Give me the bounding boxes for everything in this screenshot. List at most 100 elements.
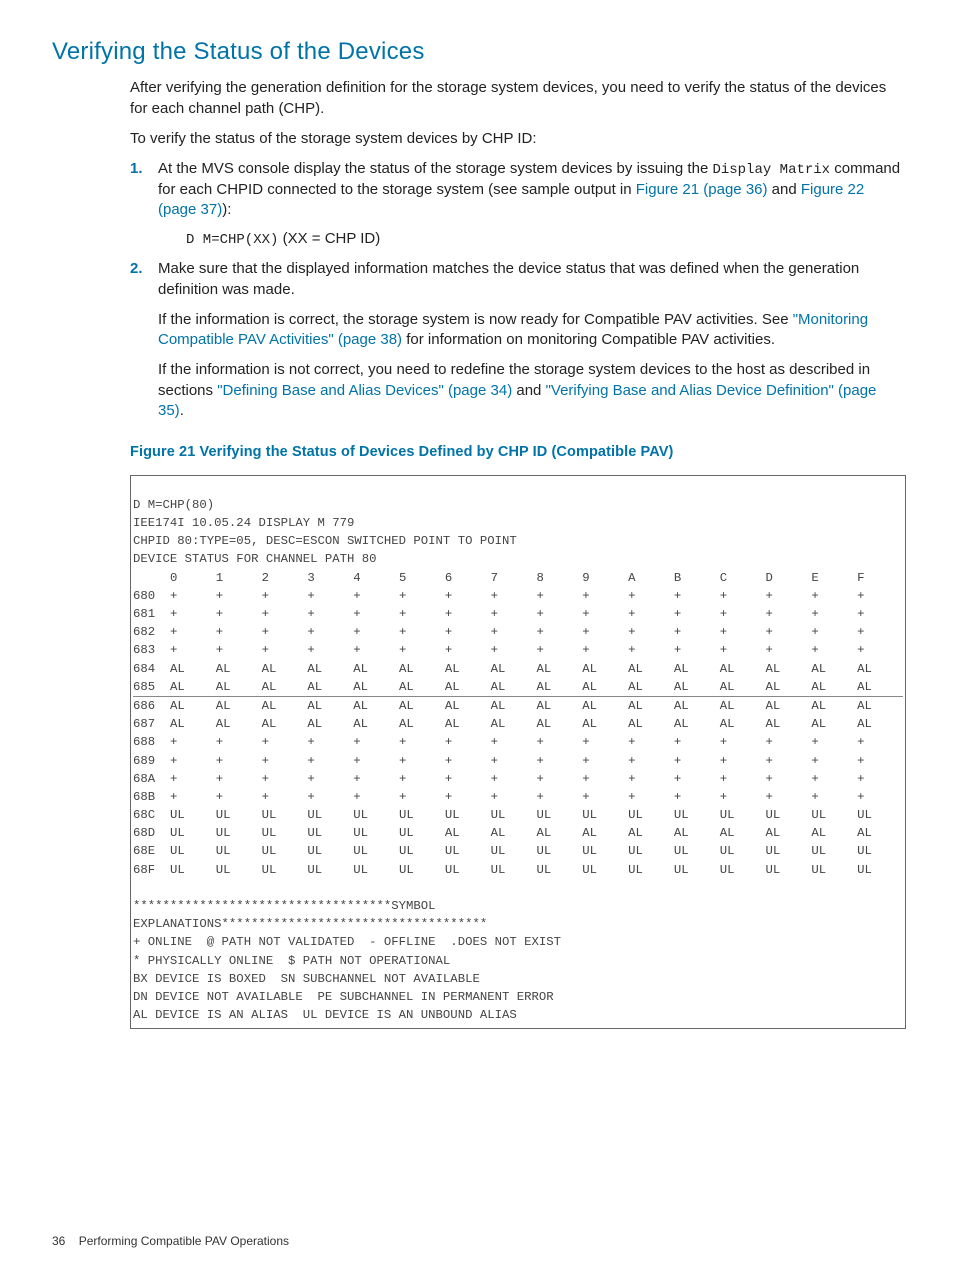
fig-cell: +	[536, 752, 582, 770]
fig-cell: UL	[536, 806, 582, 824]
fig-cell: AL	[811, 696, 857, 715]
fig-cell: UL	[307, 861, 353, 879]
fig-line-3: CHPID 80:TYPE=05, DESC=ESCON SWITCHED PO…	[133, 534, 517, 548]
fig-header-cell: 0	[170, 569, 216, 587]
fig-line-2: IEE174I 10.05.24 DISPLAY M 779	[133, 516, 354, 530]
fig-header-cell: 4	[353, 569, 399, 587]
fig-cell: +	[216, 605, 262, 623]
fig-cell: +	[262, 623, 308, 641]
fig-cell: +	[399, 587, 445, 605]
fig-cell: +	[536, 770, 582, 788]
fig-cell: +	[445, 587, 491, 605]
fig-line-1: D M=CHP(80)	[133, 498, 214, 512]
figure-caption: Figure 21 Verifying the Status of Device…	[130, 443, 906, 463]
fig-cell: +	[766, 641, 812, 659]
fig-cell: UL	[216, 824, 262, 842]
fig-cell: +	[582, 752, 628, 770]
fig-cell: AL	[536, 660, 582, 678]
fig-cell: UL	[766, 842, 812, 860]
fig-cell: AL	[399, 715, 445, 733]
fig-cell: +	[445, 788, 491, 806]
fig-cell: +	[262, 733, 308, 751]
fig-cell: AL	[811, 824, 857, 842]
step-2-p3: If the information is not correct, you n…	[158, 360, 906, 421]
fig-cell: AL	[216, 678, 262, 697]
link-defining[interactable]: "Defining Base and Alias Devices" (page …	[217, 382, 512, 399]
fig-cell: UL	[811, 806, 857, 824]
fig-cell: +	[857, 733, 903, 751]
intro-paragraph-1: After verifying the generation definitio…	[130, 78, 906, 119]
fig-cell: AL	[445, 715, 491, 733]
fig-cell: +	[766, 733, 812, 751]
fig-cell: +	[766, 788, 812, 806]
fig-cell: +	[811, 641, 857, 659]
fig-cell: AL	[766, 715, 812, 733]
fig-cell: AL	[720, 696, 766, 715]
fig-cell: UL	[262, 824, 308, 842]
fig-row-label: 683	[133, 641, 170, 659]
fig-cell: UL	[720, 842, 766, 860]
fig-row-label: 684	[133, 660, 170, 678]
fig-cell: +	[857, 587, 903, 605]
fig-cell: +	[399, 641, 445, 659]
fig-cell: AL	[491, 678, 537, 697]
fig-row-label: 68D	[133, 824, 170, 842]
fig-row-label: 68B	[133, 788, 170, 806]
fig-header-cell: A	[628, 569, 674, 587]
fig-cell: AL	[628, 696, 674, 715]
step-1-text-a: At the MVS console display the status of…	[158, 160, 712, 177]
fig-cell: +	[353, 641, 399, 659]
fig-cell: +	[307, 623, 353, 641]
fig-cell: AL	[720, 715, 766, 733]
fig-cell: +	[170, 733, 216, 751]
fig-cell: UL	[445, 861, 491, 879]
fig-cell: AL	[491, 715, 537, 733]
fig-cell: AL	[353, 678, 399, 697]
fig-cell: +	[720, 623, 766, 641]
fig-cell: UL	[307, 824, 353, 842]
fig-cell: +	[628, 587, 674, 605]
fig-cell: +	[674, 752, 720, 770]
step-2-p2: If the information is correct, the stora…	[158, 310, 906, 351]
fig-cell: AL	[262, 678, 308, 697]
fig-cell: UL	[216, 842, 262, 860]
fig-cell: AL	[857, 696, 903, 715]
fig-cell: UL	[536, 861, 582, 879]
fig-cell: AL	[857, 678, 903, 697]
fig-cell: +	[857, 788, 903, 806]
link-fig-21[interactable]: Figure 21 (page 36)	[636, 181, 768, 198]
fig-cell: +	[491, 587, 537, 605]
fig-cell: +	[491, 641, 537, 659]
fig-cell: UL	[857, 861, 903, 879]
fig-cell: +	[445, 623, 491, 641]
fig-cell: AL	[811, 678, 857, 697]
fig-cell: AL	[216, 660, 262, 678]
fig-cell: AL	[628, 715, 674, 733]
fig-cell: AL	[766, 678, 812, 697]
fig-cell: +	[536, 733, 582, 751]
fig-cell: AL	[720, 660, 766, 678]
fig-cell: UL	[491, 861, 537, 879]
fig-cell: +	[353, 788, 399, 806]
fig-cell: AL	[445, 660, 491, 678]
fig-cell: +	[628, 733, 674, 751]
fig-cell: +	[582, 605, 628, 623]
fig-cell: +	[536, 641, 582, 659]
fig-cell: UL	[811, 861, 857, 879]
fig-cell: +	[216, 587, 262, 605]
fig-cell: UL	[216, 861, 262, 879]
fig-cell: +	[262, 605, 308, 623]
fig-cell: UL	[399, 806, 445, 824]
fig-cell: +	[353, 752, 399, 770]
fig-cell: +	[674, 733, 720, 751]
fig-cell: AL	[445, 824, 491, 842]
fig-cell: AL	[399, 660, 445, 678]
fig-header-cell: 5	[399, 569, 445, 587]
fig-cell: +	[491, 788, 537, 806]
fig-row-label: 68F	[133, 861, 170, 879]
fig-cell: UL	[720, 861, 766, 879]
fig-cell: +	[216, 788, 262, 806]
fig-header-cell: B	[674, 569, 720, 587]
fig-cell: UL	[582, 806, 628, 824]
fig-cell: +	[766, 623, 812, 641]
